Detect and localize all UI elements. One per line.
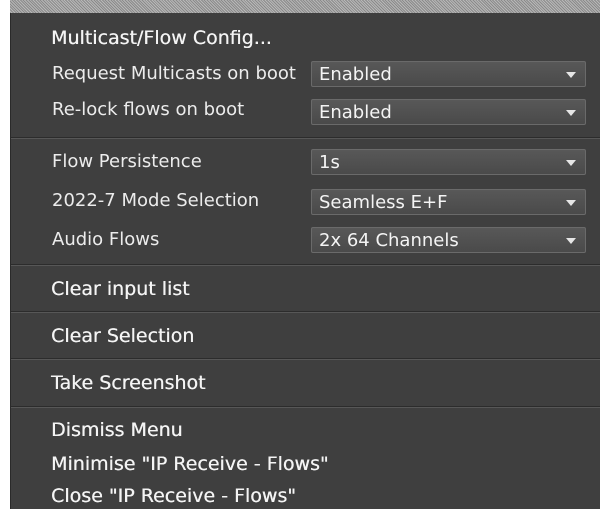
menu-header-multicast-flow-config[interactable]: Multicast/Flow Config... <box>51 27 272 49</box>
window-top-edge <box>10 0 600 13</box>
menu-divider <box>11 406 600 408</box>
request-multicasts-dropdown[interactable]: Enabled <box>311 61 586 87</box>
context-menu: Multicast/Flow Config... Request Multica… <box>10 13 600 509</box>
setting-label-2022-7-mode: 2022-7 Mode Selection <box>52 190 260 211</box>
clear-selection-item[interactable]: Clear Selection <box>51 325 194 347</box>
minimise-window-item[interactable]: Minimise "IP Receive - Flows" <box>51 453 329 475</box>
chevron-down-icon <box>566 110 576 116</box>
relock-flows-dropdown[interactable]: Enabled <box>311 99 586 125</box>
flow-persistence-dropdown[interactable]: 1s <box>311 149 586 175</box>
menu-divider <box>11 264 600 266</box>
clear-input-list-item[interactable]: Clear input list <box>51 278 190 300</box>
menu-divider <box>11 137 600 139</box>
menu-divider <box>11 358 600 360</box>
close-window-item[interactable]: Close "IP Receive - Flows" <box>51 485 296 507</box>
setting-label-audio-flows: Audio Flows <box>52 229 160 250</box>
take-screenshot-item[interactable]: Take Screenshot <box>51 372 206 394</box>
mode-selection-dropdown[interactable]: Seamless E+F <box>311 189 586 215</box>
setting-label-request-multicasts: Request Multicasts on boot <box>52 63 296 84</box>
chevron-down-icon <box>566 72 576 78</box>
menu-divider <box>11 311 600 313</box>
chevron-down-icon <box>566 200 576 206</box>
setting-label-relock-flows: Re-lock flows on boot <box>52 99 245 120</box>
chevron-down-icon <box>566 238 576 244</box>
audio-flows-dropdown[interactable]: 2x 64 Channels <box>311 227 586 253</box>
dropdown-value: Seamless E+F <box>319 192 448 213</box>
dropdown-value: 2x 64 Channels <box>319 230 459 251</box>
dropdown-value: Enabled <box>319 102 392 123</box>
chevron-down-icon <box>566 160 576 166</box>
dismiss-menu-item[interactable]: Dismiss Menu <box>51 419 183 441</box>
dropdown-value: 1s <box>319 152 340 173</box>
dropdown-value: Enabled <box>319 64 392 85</box>
setting-label-flow-persistence: Flow Persistence <box>52 151 202 172</box>
